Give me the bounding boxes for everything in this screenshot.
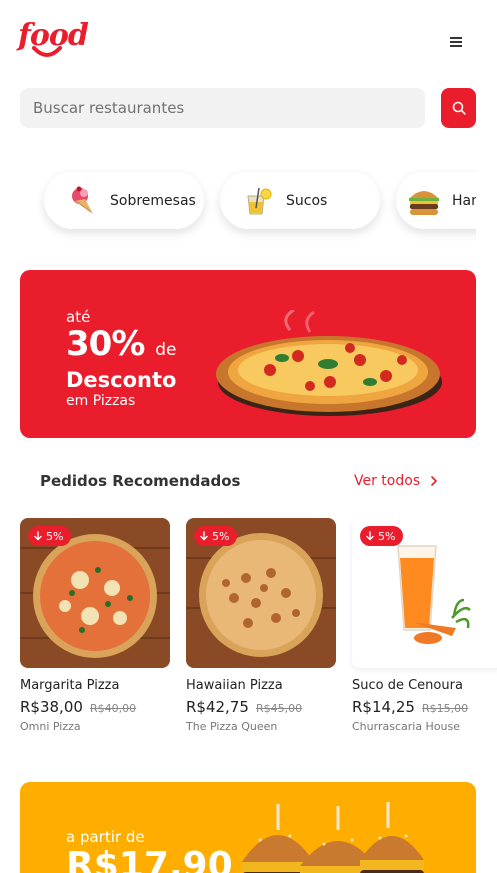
promo-percent-line: 30% de — [66, 326, 176, 368]
pizza-image — [216, 310, 442, 416]
category-list: Sobremesas Sucos Hambúrgueres — [20, 160, 476, 246]
header: food — [0, 0, 497, 80]
category-label: Sucos — [286, 192, 328, 209]
product-card-hawaiian[interactable]: 5% Hawaiian Pizza R$42,75 R$45,00 The Pi… — [186, 518, 336, 733]
category-sobremesas[interactable]: Sobremesas — [44, 172, 204, 229]
product-name: Suco de Cenoura — [352, 678, 463, 693]
promo-banner-burger[interactable]: a partir de R$17,90 — [20, 782, 476, 873]
discount-value: 5% — [212, 529, 230, 543]
search-icon — [452, 101, 466, 115]
see-all-label: Ver todos — [354, 473, 421, 489]
promo2-text: a partir de R$17,90 — [66, 828, 233, 873]
price-old: R$15,00 — [422, 702, 469, 715]
chevron-right-icon — [431, 476, 437, 486]
discount-value: 5% — [46, 529, 64, 543]
promo-de: de — [155, 340, 177, 360]
promo-percent: 30% — [66, 324, 145, 364]
logo-smile-icon — [32, 46, 62, 57]
price-old: R$45,00 — [256, 702, 303, 715]
promo-banner-pizza[interactable]: até 30% de Desconto em Pizzas — [20, 270, 476, 438]
product-image: 5% — [352, 518, 497, 668]
category-sucos[interactable]: Sucos — [220, 172, 380, 229]
category-label: Sobremesas — [110, 192, 196, 209]
arrow-down-icon — [366, 531, 374, 541]
product-name: Hawaiian Pizza — [186, 678, 283, 693]
promo-text: até 30% de Desconto em Pizzas — [66, 308, 176, 410]
arrow-down-icon — [200, 531, 208, 541]
logo[interactable]: food — [18, 18, 89, 66]
juice-icon — [240, 183, 276, 219]
price-old: R$40,00 — [90, 702, 137, 715]
product-name: Margarita Pizza — [20, 678, 120, 693]
product-price: R$14,25 R$15,00 — [352, 697, 497, 716]
category-hamburgueres[interactable]: Hambúrgueres — [396, 172, 476, 229]
promo2-line1: a partir de — [66, 828, 145, 846]
arrow-down-icon — [34, 531, 42, 541]
menu-icon — [450, 37, 462, 39]
price-current: R$14,25 — [352, 698, 415, 716]
promo-line4: em Pizzas — [66, 393, 136, 409]
discount-badge: 5% — [28, 526, 72, 546]
burger-icon — [406, 183, 442, 219]
store-name: Churrascaria House — [352, 720, 461, 733]
product-price: R$42,75 R$45,00 — [186, 697, 336, 716]
see-all-link[interactable]: Ver todos — [354, 473, 438, 489]
store-name: Omni Pizza — [20, 720, 81, 733]
category-label: Hambúrgueres — [452, 192, 476, 209]
search-input[interactable] — [20, 88, 425, 128]
promo2-price: R$17,90 — [66, 845, 233, 873]
store-name: The Pizza Queen — [186, 720, 278, 733]
menu-button[interactable] — [446, 35, 466, 53]
discount-badge: 5% — [194, 526, 238, 546]
discount-value: 5% — [378, 529, 396, 543]
burgers-image — [242, 802, 424, 873]
product-price: R$38,00 R$40,00 — [20, 697, 170, 716]
price-current: R$42,75 — [186, 698, 249, 716]
promo-desconto: Desconto — [66, 368, 177, 392]
recommended-list: 5% Margarita Pizza R$38,00 R$40,00 Omni … — [20, 518, 497, 748]
section-title: Pedidos Recomendados — [40, 472, 241, 490]
product-image: 5% — [186, 518, 336, 668]
ice-cream-icon — [64, 183, 100, 219]
discount-badge: 5% — [360, 526, 404, 546]
product-card-margarita[interactable]: 5% Margarita Pizza R$38,00 R$40,00 Omni … — [20, 518, 170, 733]
product-image: 5% — [20, 518, 170, 668]
price-current: R$38,00 — [20, 698, 83, 716]
search-button[interactable] — [441, 88, 476, 128]
product-card-suco-cenoura[interactable]: 5% Suco de Cenoura R$14,25 R$15,00 Churr… — [352, 518, 497, 733]
